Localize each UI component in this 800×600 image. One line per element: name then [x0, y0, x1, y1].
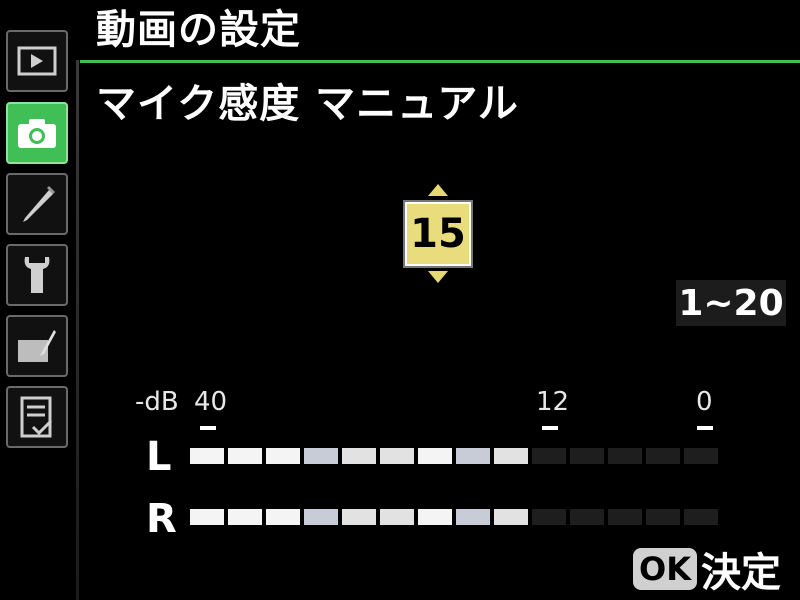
value-range: 1~20: [676, 280, 786, 326]
right-meter-segment: [570, 509, 604, 525]
header-divider: [80, 60, 800, 63]
recent-settings-icon: [20, 396, 53, 438]
left-meter-segment: [532, 448, 566, 464]
pencil-icon: [23, 186, 55, 222]
right-meter-segment: [380, 509, 414, 525]
right-meter-segment: [418, 509, 452, 525]
left-meter-segment: [304, 448, 338, 464]
db-12-label: 12: [536, 387, 570, 417]
sensitivity-value-text: 15: [410, 211, 466, 257]
right-meter-segment: [608, 509, 642, 525]
tab-setup[interactable]: [6, 244, 68, 306]
wrench-icon: [24, 257, 50, 293]
right-channel-label: R: [146, 496, 177, 542]
right-meter-segment: [304, 509, 338, 525]
right-meter-segment: [532, 509, 566, 525]
right-meter-segment: [342, 509, 376, 525]
left-meter-segment: [380, 448, 414, 464]
right-meter-segment: [684, 509, 718, 525]
ok-confirm[interactable]: OK 決定: [633, 544, 781, 596]
tab-shooting[interactable]: [6, 102, 68, 164]
left-meter-segment: [646, 448, 680, 464]
right-meter-segment: [646, 509, 680, 525]
playback-icon: [17, 46, 57, 76]
right-meter-segment: [190, 509, 224, 525]
left-meter-segment: [608, 448, 642, 464]
tab-recent-settings[interactable]: [6, 386, 68, 448]
db-40-label: 40: [194, 387, 228, 417]
tab-playback[interactable]: [6, 30, 68, 92]
left-meter-segment: [266, 448, 300, 464]
left-meter-segment: [494, 448, 528, 464]
db-unit-label: -dB: [135, 387, 179, 417]
left-channel-label: L: [146, 434, 172, 480]
right-meter-segment: [456, 509, 490, 525]
left-meter-segment: [190, 448, 224, 464]
setting-title: マイク感度 マニュアル: [96, 81, 519, 127]
right-meter-segment: [494, 509, 528, 525]
left-meter-segment: [418, 448, 452, 464]
left-meter-segment: [456, 448, 490, 464]
tab-retouch[interactable]: [6, 315, 68, 377]
left-meter-segment: [570, 448, 604, 464]
tab-custom-settings[interactable]: [6, 173, 68, 235]
left-meter-segment: [342, 448, 376, 464]
db-40-tick: [200, 426, 216, 430]
left-meter-segment: [684, 448, 718, 464]
right-meter-segment: [228, 509, 262, 525]
increase-arrow-icon[interactable]: [428, 184, 448, 196]
left-meter-segment: [228, 448, 262, 464]
ok-label: 決定: [701, 550, 781, 596]
db-12-tick: [542, 426, 558, 430]
decrease-arrow-icon[interactable]: [428, 271, 448, 283]
db-0-tick: [697, 426, 713, 430]
menu-title: 動画の設定: [96, 7, 301, 53]
right-meter-segment: [266, 509, 300, 525]
sensitivity-value[interactable]: 15: [403, 200, 473, 268]
ok-button-icon: OK: [633, 548, 697, 590]
camera-icon: [18, 119, 56, 148]
panel-edge: [76, 60, 79, 600]
retouch-icon: [18, 330, 56, 362]
db-0-label: 0: [696, 387, 713, 417]
